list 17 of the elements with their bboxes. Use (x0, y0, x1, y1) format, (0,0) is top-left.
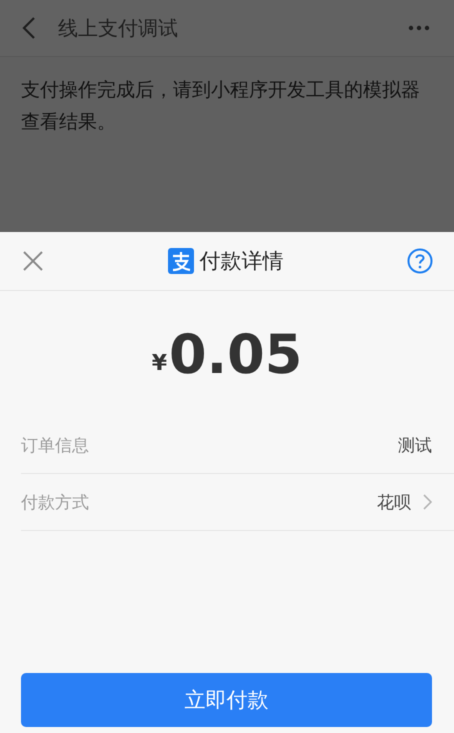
help-icon[interactable] (407, 248, 433, 274)
back-icon[interactable] (22, 16, 36, 40)
amount-text: 0.05 (169, 322, 302, 386)
payment-logo-icon (168, 248, 194, 274)
row-value: 花呗 (377, 492, 411, 514)
close-icon[interactable] (22, 250, 44, 272)
currency-symbol: ¥ (152, 350, 168, 376)
row-value: 测试 (398, 434, 432, 456)
pay-button[interactable]: 立即付款 (21, 673, 432, 727)
row-label: 付款方式 (21, 492, 90, 514)
chevron-icon (423, 494, 432, 510)
message-text: 支付操作完成后，请到小程序开发工具的模拟器查看结果。 (21, 78, 421, 135)
detail-row[interactable]: 付款方式 花呗 (21, 474, 454, 531)
more-icon[interactable] (408, 25, 430, 31)
row-label: 订单信息 (21, 434, 90, 456)
sheet-title: 付款详情 (200, 248, 284, 275)
nav-title: 线上支付调试 (58, 14, 179, 42)
